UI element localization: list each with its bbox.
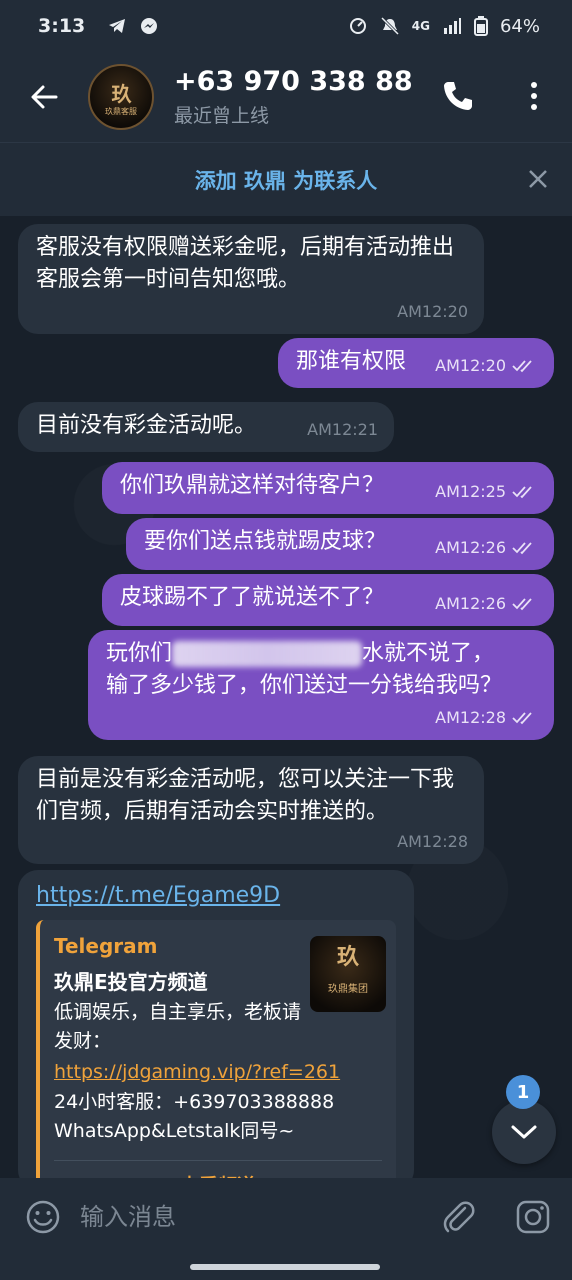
battery-level: 64%: [499, 15, 540, 37]
network-type: 4G: [411, 19, 430, 33]
message-time: AM12:20: [435, 356, 506, 375]
avatar-monogram: 玖: [111, 81, 132, 106]
telegram-icon: [109, 19, 126, 33]
contact-info[interactable]: +63 970 338 8888 最近曾上线: [174, 66, 414, 128]
message-text-rest: 输了多少钱了，你们送过一分钱给我吗？: [106, 673, 503, 698]
preview-line-support: 24小时客服：+639703388888: [54, 1091, 335, 1113]
add-contact-banner: 添加 玖鼎 为联系人: [0, 142, 572, 216]
message-outgoing[interactable]: 玩你们 水就不说了， 输了多少钱了，你们送过一分钱给我吗？ AM12:28: [88, 630, 554, 740]
unread-count-badge: 1: [506, 1075, 540, 1109]
read-checkmarks-icon: [512, 712, 532, 725]
message-text: 那谁有权限: [296, 349, 407, 374]
message-time: AM12:20: [397, 302, 468, 321]
navigation-bar: [0, 1256, 572, 1280]
view-channel-button[interactable]: 查看频道: [54, 1160, 382, 1178]
message-time: AM12:25: [435, 482, 506, 501]
read-checkmarks-icon: [512, 486, 532, 499]
message-incoming[interactable]: 目前没有彩金活动呢。 AM12:21: [18, 402, 394, 452]
speed-icon: [349, 18, 366, 34]
scroll-to-bottom-button[interactable]: [492, 1100, 556, 1164]
chat-header: 玖 玖鼎客服 +63 970 338 8888 最近曾上线: [0, 52, 572, 142]
thumbnail-monogram: 玖: [336, 945, 359, 970]
avatar[interactable]: 玖 玖鼎客服: [88, 64, 154, 130]
last-seen: 最近曾上线: [174, 105, 270, 127]
camera-icon[interactable]: [514, 1198, 552, 1236]
read-checkmarks-icon: [512, 542, 532, 555]
back-arrow-icon: [31, 85, 58, 109]
message-composer: [0, 1178, 572, 1256]
status-time: 3:13: [38, 15, 86, 37]
back-button[interactable]: [0, 82, 88, 112]
phone-icon[interactable]: [440, 78, 476, 114]
message-time: AM12:28: [397, 832, 468, 851]
status-bar: 3:13 4G 64%: [0, 0, 572, 52]
message-text: 皮球踢不了了就说送不了？: [120, 585, 385, 610]
message-text: 目前没有彩金活动呢。: [36, 413, 257, 438]
censored-text-blur: [172, 641, 363, 667]
message-outgoing[interactable]: 皮球踢不了了就说送不了？ AM12:26: [102, 574, 554, 626]
read-checkmarks-icon: [512, 360, 532, 373]
contact-name: +63 970 338 8888: [174, 66, 414, 97]
message-input[interactable]: [80, 1203, 400, 1231]
message-text: 目前是没有彩金活动呢，您可以关注一下我们官频，后期有活动会实时推送的。: [36, 767, 455, 824]
message-text: 客服没有权限赠送彩金呢，后期有活动推出客服会第一时间告知您哦。: [36, 235, 455, 292]
message-text-end: 水就不说了，: [362, 641, 495, 666]
preview-link[interactable]: https://jdgaming.vip/?ref=261: [54, 1056, 382, 1088]
chevron-down-icon: [511, 1125, 537, 1139]
message-text-start: 玩你们: [106, 641, 173, 666]
attach-icon[interactable]: [440, 1198, 476, 1236]
more-options-icon[interactable]: [522, 78, 546, 114]
read-checkmarks-icon: [512, 598, 532, 611]
close-icon[interactable]: [526, 167, 550, 191]
thumbnail-label: 玖鼎集团: [328, 984, 368, 995]
battery-icon: [473, 16, 488, 36]
mute-icon: [380, 16, 399, 36]
home-indicator[interactable]: [190, 1264, 380, 1270]
messenger-icon: [141, 18, 158, 34]
preview-description: 低调娱乐，自主享乐，老板请发财：: [54, 1001, 302, 1052]
avatar-label: 玖鼎客服: [105, 106, 137, 116]
link-preview[interactable]: Telegram 玖鼎E投官方频道 低调娱乐，自主享乐，老板请发财： https…: [36, 920, 396, 1178]
message-text: 你们玖鼎就这样对待客户？: [120, 473, 385, 498]
message-outgoing[interactable]: 你们玖鼎就这样对待客户？ AM12:25: [102, 462, 554, 514]
message-text: 要你们送点钱就踢皮球？: [144, 529, 387, 554]
link-message[interactable]: https://t.me/Egame9D Telegram 玖鼎E投官方频道 低…: [18, 870, 414, 1178]
message-outgoing[interactable]: 那谁有权限 AM12:20: [278, 338, 554, 388]
emoji-icon[interactable]: [24, 1198, 62, 1236]
add-contact-button[interactable]: 添加 玖鼎 为联系人: [195, 165, 378, 195]
message-link[interactable]: https://t.me/Egame9D: [36, 883, 280, 908]
message-time: AM12:21: [307, 420, 378, 439]
message-incoming[interactable]: 目前是没有彩金活动呢，您可以关注一下我们官频，后期有活动会实时推送的。 AM12…: [18, 756, 484, 864]
preview-line-whatsapp: WhatsApp&Letstalk同号~: [54, 1120, 295, 1142]
message-time: AM12:28: [435, 708, 506, 727]
message-time: AM12:26: [435, 538, 506, 557]
message-incoming[interactable]: 客服没有权限赠送彩金呢，后期有活动推出客服会第一时间告知您哦。 AM12:20: [18, 224, 484, 334]
message-time: AM12:26: [435, 594, 506, 613]
preview-thumbnail: 玖 玖鼎集团: [310, 936, 386, 1012]
signal-icon: [443, 18, 461, 34]
message-outgoing[interactable]: 要你们送点钱就踢皮球？ AM12:26: [126, 518, 554, 570]
message-list[interactable]: 客服没有权限赠送彩金呢，后期有活动推出客服会第一时间告知您哦。 AM12:20 …: [0, 216, 572, 1178]
